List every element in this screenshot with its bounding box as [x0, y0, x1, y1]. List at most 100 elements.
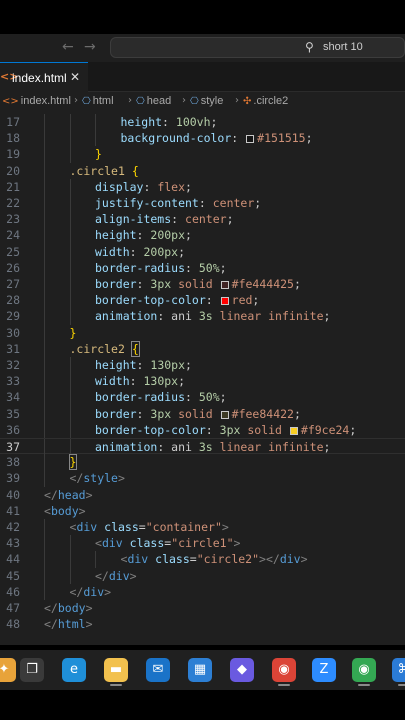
- code-token: :: [143, 179, 158, 194]
- code-line[interactable]: 28 border-top-color: red;: [0, 292, 405, 309]
- color-swatch[interactable]: [220, 281, 229, 289]
- color-swatch[interactable]: [220, 410, 229, 419]
- code-line[interactable]: 38}: [0, 454, 405, 471]
- running-app-indicator: [398, 684, 405, 686]
- indent-guide: [69, 567, 71, 584]
- task-view-icon[interactable]: ❐: [20, 658, 44, 682]
- indent-guide: [95, 551, 96, 568]
- code-line[interactable]: 32 height: 130px;: [0, 357, 405, 374]
- code-line[interactable]: 47 </body>: [0, 600, 405, 616]
- code-line[interactable]: 27 border: 3px solid #fe444425;: [0, 276, 405, 293]
- code-line[interactable]: 30}: [0, 324, 405, 341]
- code-token: ;: [185, 358, 192, 372]
- code-line[interactable]: 18 background-color: #151515;: [0, 130, 405, 147]
- code-line[interactable]: 41 <body>: [0, 503, 405, 519]
- code-line[interactable]: 43 <div class="circle1">: [0, 535, 405, 552]
- code-line[interactable]: 21 display: flex;: [0, 178, 405, 195]
- code-line[interactable]: 34 border-radius: 50%;: [0, 389, 405, 406]
- chrome-profile-icon[interactable]: ◉: [352, 658, 376, 682]
- color-swatch[interactable]: [289, 426, 298, 435]
- mail-icon[interactable]: ✉: [146, 658, 170, 682]
- store-icon[interactable]: ▦: [188, 658, 212, 682]
- breadcrumb-label: head: [146, 95, 172, 107]
- code-line[interactable]: 42 <div class="container">: [0, 519, 405, 536]
- code-token: border: [95, 277, 137, 291]
- line-number: 26: [6, 260, 20, 275]
- code-line[interactable]: 44 <div class="circle2"></div>: [0, 551, 405, 568]
- indent-guide: [69, 114, 71, 131]
- code-token: ;: [305, 131, 313, 146]
- line-number: 36: [6, 422, 20, 437]
- code-text: </div>: [70, 584, 112, 600]
- code-token: "container": [145, 520, 222, 534]
- code-line[interactable]: 29 animation: ani 3s linear infinite;: [0, 308, 405, 325]
- chrome-icon[interactable]: ◉: [272, 658, 296, 682]
- widgets-icon[interactable]: ✦: [0, 658, 16, 682]
- code-token: :: [136, 228, 151, 243]
- search-icon: ⚲: [305, 40, 314, 54]
- breadcrumb-item-style[interactable]: ⎔ style: [190, 95, 223, 107]
- edge-icon[interactable]: e: [62, 658, 86, 682]
- code-line[interactable]: 33 width: 130px;: [0, 373, 405, 390]
- code-text: }: [70, 325, 77, 341]
- code-token: <: [44, 503, 51, 518]
- code-line[interactable]: 25 width: 200px;: [0, 243, 405, 260]
- code-line[interactable]: 36 border-top-color: 3px solid #f9ce24;: [0, 421, 405, 438]
- indent-guide: [44, 259, 45, 276]
- code-token: head: [57, 487, 86, 502]
- code-line[interactable]: 48 </html>: [0, 616, 405, 632]
- code-token: border-radius: [95, 260, 186, 275]
- indent-guide: [69, 421, 71, 438]
- code-text: <div class="circle1">: [95, 535, 240, 551]
- code-token: height: [95, 358, 137, 372]
- close-icon[interactable]: ✕: [70, 70, 80, 84]
- copilot-icon[interactable]: ◆: [230, 658, 254, 682]
- line-number: 41: [6, 503, 20, 518]
- indent-guide: [69, 439, 71, 456]
- code-token: :: [136, 277, 151, 291]
- breadcrumb-item-index-html[interactable]: <> index.html: [2, 95, 71, 107]
- code-line[interactable]: 24 height: 200px;: [0, 227, 405, 244]
- line-number: 18: [6, 131, 20, 146]
- code-line[interactable]: 23 align-items: center;: [0, 211, 405, 228]
- tab-index-html[interactable]: <> index.html ✕: [0, 62, 88, 92]
- indent-guide: [44, 519, 45, 536]
- indent-guide: [95, 130, 96, 147]
- code-line[interactable]: 19}: [0, 146, 405, 163]
- file-explorer-icon[interactable]: ▬: [104, 658, 128, 682]
- code-line[interactable]: 17 height: 100vh;: [0, 114, 405, 131]
- zoom-icon[interactable]: Z: [312, 658, 336, 682]
- command-center-search[interactable]: ⚲ short 10: [110, 37, 405, 58]
- line-number: 32: [6, 358, 20, 372]
- breadcrumb-item-circle2[interactable]: ✣ .circle2: [243, 95, 288, 107]
- code-token: 130px: [143, 374, 179, 389]
- indent-guide: [69, 308, 71, 325]
- back-arrow-icon[interactable]: ←: [62, 39, 74, 55]
- code-token: :: [157, 440, 172, 454]
- forward-arrow-icon[interactable]: →: [84, 39, 96, 55]
- code-line[interactable]: 45 </div>: [0, 567, 405, 584]
- code-line[interactable]: 35 border: 3px solid #fee84422;: [0, 405, 405, 422]
- indent-guide: [44, 535, 45, 552]
- code-line[interactable]: 31 .circle2 {: [0, 340, 405, 357]
- breadcrumb-item-head[interactable]: ⎔ head: [136, 95, 171, 107]
- element-icon: ⎔: [136, 96, 145, 107]
- vscode-icon[interactable]: ⌘: [392, 658, 405, 682]
- breadcrumb-item-html[interactable]: ⎔ html: [82, 95, 114, 107]
- code-line[interactable]: 46 </div>: [0, 583, 405, 600]
- code-line[interactable]: 39 </style>: [0, 470, 405, 487]
- code-line[interactable]: 20 .circle1 {: [0, 162, 405, 179]
- indent-guide: [69, 357, 71, 374]
- color-swatch[interactable]: [246, 135, 255, 144]
- code-token: background-color: [120, 131, 232, 146]
- code-token: html: [57, 617, 86, 632]
- code-line[interactable]: 26 border-radius: 50%;: [0, 259, 405, 276]
- code-editor[interactable]: 17 height: 100vh; 18 background-color: #151…: [0, 112, 405, 645]
- code-line[interactable]: 40 </head>: [0, 487, 405, 503]
- code-token: :: [136, 406, 151, 421]
- color-swatch[interactable]: [220, 297, 229, 306]
- code-token: >: [300, 552, 308, 567]
- code-line[interactable]: 22 justify-content: center;: [0, 195, 405, 212]
- code-line[interactable]: 37 animation: ani 3s linear infinite;: [0, 438, 405, 456]
